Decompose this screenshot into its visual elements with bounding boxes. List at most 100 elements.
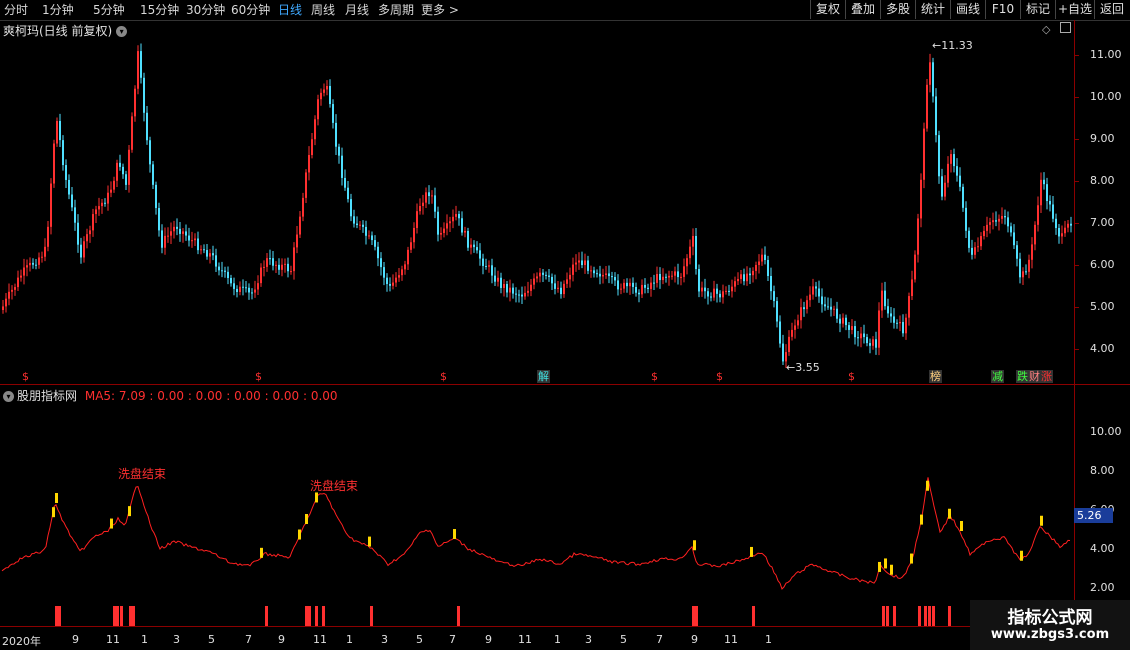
candle-body — [932, 62, 934, 97]
event-marker[interactable]: $ — [22, 370, 29, 383]
tab-60min[interactable]: 60分钟 — [231, 2, 270, 18]
event-marker[interactable]: $ — [255, 370, 262, 383]
indicator-axis-tick: 4.00 — [1090, 542, 1115, 555]
watermark-title: 指标公式网 — [1007, 608, 1093, 628]
candle-body — [698, 269, 700, 292]
candle-body — [1040, 179, 1042, 206]
candle-body — [650, 282, 652, 289]
candle-body — [1004, 216, 1006, 218]
price-axis-tick: 6.00 — [1090, 258, 1115, 271]
candle-body — [44, 246, 46, 257]
candle-body — [926, 84, 928, 129]
indicator-chart[interactable] — [0, 400, 1074, 626]
signal-bar — [948, 606, 951, 626]
mark-button[interactable]: 标记 — [1020, 0, 1055, 19]
candle-body — [740, 274, 742, 279]
candle-body — [50, 183, 52, 227]
signal-bar — [752, 606, 755, 626]
event-marker[interactable]: 解 — [537, 370, 550, 383]
candle-body — [233, 283, 235, 289]
candle-body — [905, 317, 907, 334]
candle-body — [434, 195, 436, 212]
tab-5min[interactable]: 5分钟 — [93, 2, 125, 18]
candle-body — [725, 290, 727, 292]
candle-body — [884, 290, 886, 307]
candle-body — [608, 273, 610, 277]
event-marker[interactable]: $ — [651, 370, 658, 383]
candle-body — [1022, 271, 1024, 278]
date-axis-tick: 1 — [554, 633, 561, 646]
candle-body — [731, 286, 733, 292]
candle-body — [407, 249, 409, 265]
add-watchlist-button[interactable]: +自选 — [1055, 0, 1094, 19]
signal-bar — [932, 606, 935, 626]
candle-body — [560, 287, 562, 295]
candle-body — [89, 230, 91, 235]
tab-more[interactable]: 更多 > — [421, 2, 459, 18]
event-marker[interactable]: $ — [716, 370, 723, 383]
candle-body — [443, 228, 445, 233]
signal-bar — [370, 606, 373, 626]
signal-bar — [893, 606, 896, 626]
candle-body — [971, 247, 973, 255]
candle-body — [1013, 232, 1015, 246]
candle-body — [668, 275, 670, 278]
tab-1min[interactable]: 1分钟 — [42, 2, 74, 18]
candlestick-chart[interactable] — [0, 35, 1074, 385]
candle-body — [593, 270, 595, 274]
candle-body — [587, 260, 589, 271]
event-marker[interactable]: $ — [440, 370, 447, 383]
candle-body — [404, 264, 406, 270]
tab-multi-period[interactable]: 多周期 — [378, 2, 414, 18]
candle-body — [518, 294, 520, 296]
tab-daily[interactable]: 日线 — [278, 2, 302, 18]
overlay-button[interactable]: 叠加 — [845, 0, 880, 19]
back-button[interactable]: 返回 — [1094, 0, 1129, 19]
multi-stock-button[interactable]: 多股 — [880, 0, 915, 19]
candle-body — [104, 202, 106, 204]
statistics-button[interactable]: 统计 — [915, 0, 950, 19]
current-value-badge: 5.26 — [1074, 508, 1113, 523]
tab-monthly[interactable]: 月线 — [345, 2, 369, 18]
candle-body — [32, 262, 34, 265]
restore-rights-button[interactable]: 复权 — [810, 0, 845, 19]
candle-body — [653, 282, 655, 284]
candle-body — [1058, 228, 1060, 237]
date-axis-tick: 9 — [72, 633, 79, 646]
candle-body — [395, 277, 397, 283]
tab-30min[interactable]: 30分钟 — [186, 2, 225, 18]
candle-body — [713, 288, 715, 298]
date-axis-tick: 7 — [449, 633, 456, 646]
candle-body — [122, 166, 124, 175]
candle-body — [755, 264, 757, 271]
event-marker[interactable]: 减 — [991, 370, 1004, 383]
candle-body — [665, 276, 667, 278]
signal-marker — [693, 540, 696, 551]
tab-weekly[interactable]: 周线 — [311, 2, 335, 18]
candle-body — [410, 242, 412, 250]
price-axis-tick-mark — [1074, 55, 1079, 56]
price-axis-tick-mark — [1074, 181, 1079, 182]
candle-body — [935, 96, 937, 136]
event-marker[interactable]: $ — [848, 370, 855, 383]
tab-timeshare[interactable]: 分时 — [4, 2, 28, 18]
candle-body — [68, 179, 70, 195]
price-axis-tick: 4.00 — [1090, 342, 1115, 355]
window-toggle-icon[interactable] — [1060, 22, 1071, 33]
candle-body — [179, 228, 181, 234]
candle-body — [83, 241, 85, 258]
candle-body — [242, 286, 244, 288]
candle-body — [1007, 217, 1009, 227]
event-marker[interactable]: 榜 — [929, 370, 942, 383]
candle-body — [491, 265, 493, 276]
draw-line-button[interactable]: 画线 — [950, 0, 985, 19]
tab-15min[interactable]: 15分钟 — [140, 2, 179, 18]
event-marker[interactable]: 涨 — [1040, 370, 1053, 383]
signal-bar — [457, 606, 460, 626]
candle-body — [428, 192, 430, 197]
candle-body — [128, 149, 130, 185]
f10-button[interactable]: F10 — [985, 0, 1020, 19]
candle-body — [806, 300, 808, 310]
candle-body — [425, 192, 427, 203]
candle-body — [764, 254, 766, 261]
